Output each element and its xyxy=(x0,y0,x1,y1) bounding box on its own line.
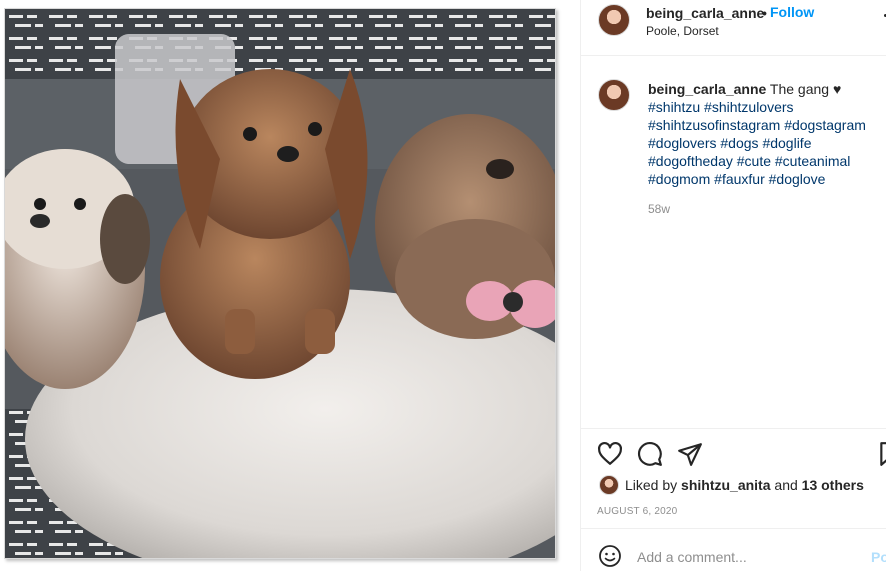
paper-plane-icon[interactable] xyxy=(677,441,703,467)
post-date[interactable]: AUGUST 6, 2020 xyxy=(597,506,677,517)
likes-prefix: Liked by xyxy=(625,477,678,493)
heart-icon[interactable] xyxy=(597,441,623,467)
post-header: being_carla_anne • Follow Poole, Dorset xyxy=(581,0,886,56)
caption-time-ago[interactable]: 58w xyxy=(648,202,670,216)
caption-author-avatar[interactable] xyxy=(598,79,630,111)
likes-others-link[interactable]: 13 others xyxy=(802,477,864,493)
hashtag-link[interactable]: #dogstagram xyxy=(784,117,866,133)
comment-composer: Post xyxy=(581,528,886,571)
caption-username[interactable]: being_carla_anne xyxy=(648,81,766,97)
bookmark-icon[interactable] xyxy=(877,441,886,467)
likes-summary: Liked by shihtzu_anita and 13 others xyxy=(625,477,864,493)
post-photo[interactable] xyxy=(4,8,556,559)
post-actions-bar xyxy=(581,428,886,472)
dogs-photo-illustration xyxy=(5,9,555,558)
smiley-icon[interactable] xyxy=(598,544,622,568)
header-separator: • xyxy=(762,5,767,21)
post-media-area xyxy=(0,0,566,571)
post-side-panel: being_carla_anne • Follow Poole, Dorset … xyxy=(580,0,886,571)
hashtag-link[interactable]: #shihtzu xyxy=(648,99,700,115)
liker-username[interactable]: shihtzu_anita xyxy=(681,477,770,493)
likes-connector: and xyxy=(774,477,798,493)
hashtag-link[interactable]: #doglovers xyxy=(648,135,717,151)
comment-input[interactable] xyxy=(637,548,857,566)
post-caption: being_carla_anne The gang ♥ #shihtzu #sh… xyxy=(648,80,884,188)
caption-text: The gang ♥ xyxy=(769,81,842,97)
hashtag-link[interactable]: #shihtzusofinstagram xyxy=(648,117,780,133)
hashtag-link[interactable]: #fauxfur xyxy=(714,171,765,187)
hashtag-link[interactable]: #dogmom xyxy=(648,171,710,187)
follow-button[interactable]: Follow xyxy=(770,4,814,20)
post-location[interactable]: Poole, Dorset xyxy=(646,24,719,38)
hashtag-link[interactable]: #shihtzulovers xyxy=(704,99,794,115)
hashtag-link[interactable]: #dogs xyxy=(720,135,758,151)
hashtag-link[interactable]: #dogoftheday xyxy=(648,153,733,169)
hashtag-link[interactable]: #cuteanimal xyxy=(775,153,851,169)
hashtag-link[interactable]: #cute xyxy=(737,153,771,169)
hashtag-link[interactable]: #doglove xyxy=(769,171,826,187)
author-avatar[interactable] xyxy=(598,4,630,36)
comment-icon[interactable] xyxy=(637,441,663,467)
caption-hashtags: #shihtzu #shihtzulovers #shihtzusofinsta… xyxy=(648,99,866,187)
post-comment-button[interactable]: Post xyxy=(871,549,886,565)
liker-avatar[interactable] xyxy=(599,475,619,495)
hashtag-link[interactable]: #doglife xyxy=(762,135,811,151)
author-username[interactable]: being_carla_anne xyxy=(646,5,764,21)
